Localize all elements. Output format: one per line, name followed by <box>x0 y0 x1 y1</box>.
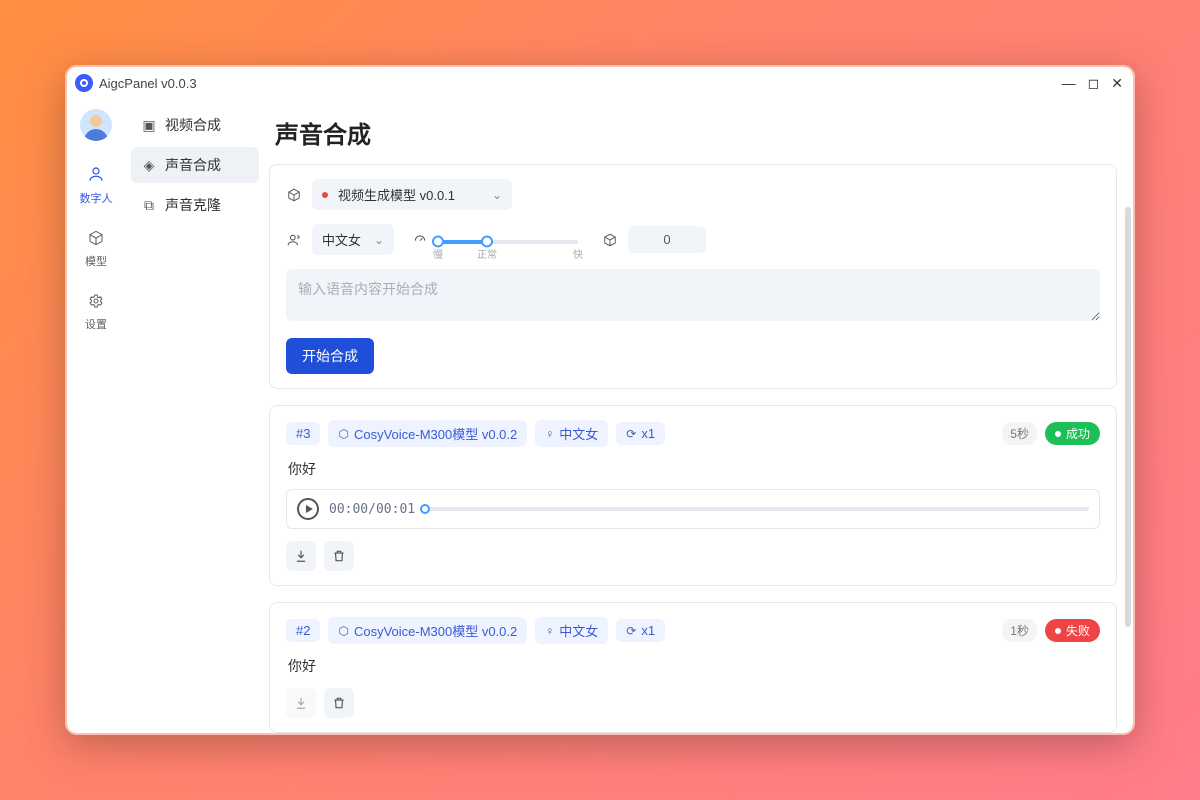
model-select[interactable]: 视频生成模型 v0.0.1 ⌄ <box>312 179 512 210</box>
compose-card: 视频生成模型 v0.0.1 ⌄ 中文女 ⌄ <box>269 164 1117 389</box>
history-item: #3 ⬡ CosyVoice-M300模型 v0.0.2 ♀ 中文女 ⟳ x1 <box>269 405 1117 586</box>
audio-player: 00:00/00:01 <box>286 489 1100 529</box>
app-logo-icon <box>75 74 93 92</box>
slider-tick: 快 <box>573 246 583 261</box>
audio-icon: ◈ <box>141 157 157 174</box>
text-input[interactable] <box>286 269 1100 321</box>
slider-tick: 正常 <box>477 246 497 261</box>
sidebar: ▣ 视频合成 ◈ 声音合成 ⧉ 声音克隆 <box>125 99 265 733</box>
speed-icon: ⟳ <box>626 427 636 441</box>
scrollbar[interactable] <box>1125 207 1131 627</box>
delete-button[interactable] <box>324 688 354 718</box>
speed-icon: ⟳ <box>626 624 636 638</box>
history-duration: 5秒 <box>1002 422 1037 445</box>
window-minimize-icon[interactable]: — <box>1062 75 1076 92</box>
history-id-chip: #3 <box>286 422 320 445</box>
seed-input[interactable] <box>628 226 706 253</box>
app-window: AigcPanel v0.0.3 — ◻ ✕ 数字人 <box>65 65 1135 735</box>
history-duration: 1秒 <box>1002 619 1037 642</box>
gear-icon <box>88 293 104 314</box>
play-button[interactable] <box>297 498 319 520</box>
history-text: 你好 <box>288 656 1100 676</box>
playback-handle[interactable] <box>420 504 430 514</box>
sidebar-item-clone[interactable]: ⧉ 声音克隆 <box>131 187 259 223</box>
clone-icon: ⧉ <box>141 197 157 214</box>
main-content: 声音合成 视频生成模型 v0.0.1 ⌄ <box>265 99 1133 733</box>
window-close-icon[interactable]: ✕ <box>1111 75 1123 92</box>
video-icon: ▣ <box>141 117 157 134</box>
rail-item-label: 设置 <box>85 316 107 332</box>
history-voice-chip: ♀ 中文女 <box>535 420 608 447</box>
cube-icon <box>88 230 104 251</box>
status-badge: 失败 <box>1045 619 1100 642</box>
model-select-label: 视频生成模型 v0.0.1 <box>338 185 455 204</box>
speed-slider[interactable]: 慢 正常 快 <box>438 228 578 252</box>
avatar[interactable] <box>80 109 112 141</box>
cube-icon <box>286 188 302 202</box>
app-title: AigcPanel v0.0.3 <box>99 76 197 91</box>
digital-human-icon <box>87 165 105 188</box>
playback-track[interactable] <box>425 507 1089 511</box>
rail-item-settings[interactable]: 设置 <box>85 293 107 332</box>
nav-rail: 数字人 模型 设置 <box>67 99 125 733</box>
history-text: 你好 <box>288 459 1100 479</box>
rail-item-label: 模型 <box>85 253 107 269</box>
slider-tick: 慢 <box>433 246 443 261</box>
person-icon: ♀ <box>545 624 554 638</box>
delete-button[interactable] <box>324 541 354 571</box>
download-button <box>286 688 316 718</box>
history-model-chip: ⬡ CosyVoice-M300模型 v0.0.2 <box>328 617 527 644</box>
cube-icon: ⬡ <box>338 427 348 441</box>
sidebar-item-label: 声音合成 <box>165 155 221 175</box>
speed-icon <box>412 233 428 247</box>
sidebar-item-label: 声音克隆 <box>165 195 221 215</box>
rail-item-model[interactable]: 模型 <box>85 230 107 269</box>
sidebar-item-video[interactable]: ▣ 视频合成 <box>131 107 259 143</box>
chevron-down-icon: ⌄ <box>374 233 384 247</box>
history-speed-chip: ⟳ x1 <box>616 619 665 642</box>
sidebar-item-label: 视频合成 <box>165 115 221 135</box>
start-button[interactable]: 开始合成 <box>286 338 374 374</box>
status-dot-icon <box>322 192 328 198</box>
page-title: 声音合成 <box>275 115 1117 150</box>
voice-select-label: 中文女 <box>322 230 361 249</box>
history-model-chip: ⬡ CosyVoice-M300模型 v0.0.2 <box>328 420 527 447</box>
download-button[interactable] <box>286 541 316 571</box>
history-speed-chip: ⟳ x1 <box>616 422 665 445</box>
status-badge: 成功 <box>1045 422 1100 445</box>
history-item: #2 ⬡ CosyVoice-M300模型 v0.0.2 ♀ 中文女 ⟳ x1 <box>269 602 1117 733</box>
window-maximize-icon[interactable]: ◻ <box>1088 75 1100 92</box>
person-icon <box>286 233 302 247</box>
title-bar: AigcPanel v0.0.3 — ◻ ✕ <box>67 67 1133 99</box>
person-icon: ♀ <box>545 427 554 441</box>
cube-icon: ⬡ <box>338 624 348 638</box>
rail-item-label: 数字人 <box>80 190 113 206</box>
history-voice-chip: ♀ 中文女 <box>535 617 608 644</box>
voice-select[interactable]: 中文女 ⌄ <box>312 224 394 255</box>
playback-time: 00:00/00:01 <box>329 502 415 517</box>
rail-item-digital-human[interactable]: 数字人 <box>80 165 113 206</box>
chevron-down-icon: ⌄ <box>492 188 502 202</box>
sidebar-item-audio[interactable]: ◈ 声音合成 <box>131 147 259 183</box>
history-id-chip: #2 <box>286 619 320 642</box>
cube-icon <box>602 233 618 247</box>
